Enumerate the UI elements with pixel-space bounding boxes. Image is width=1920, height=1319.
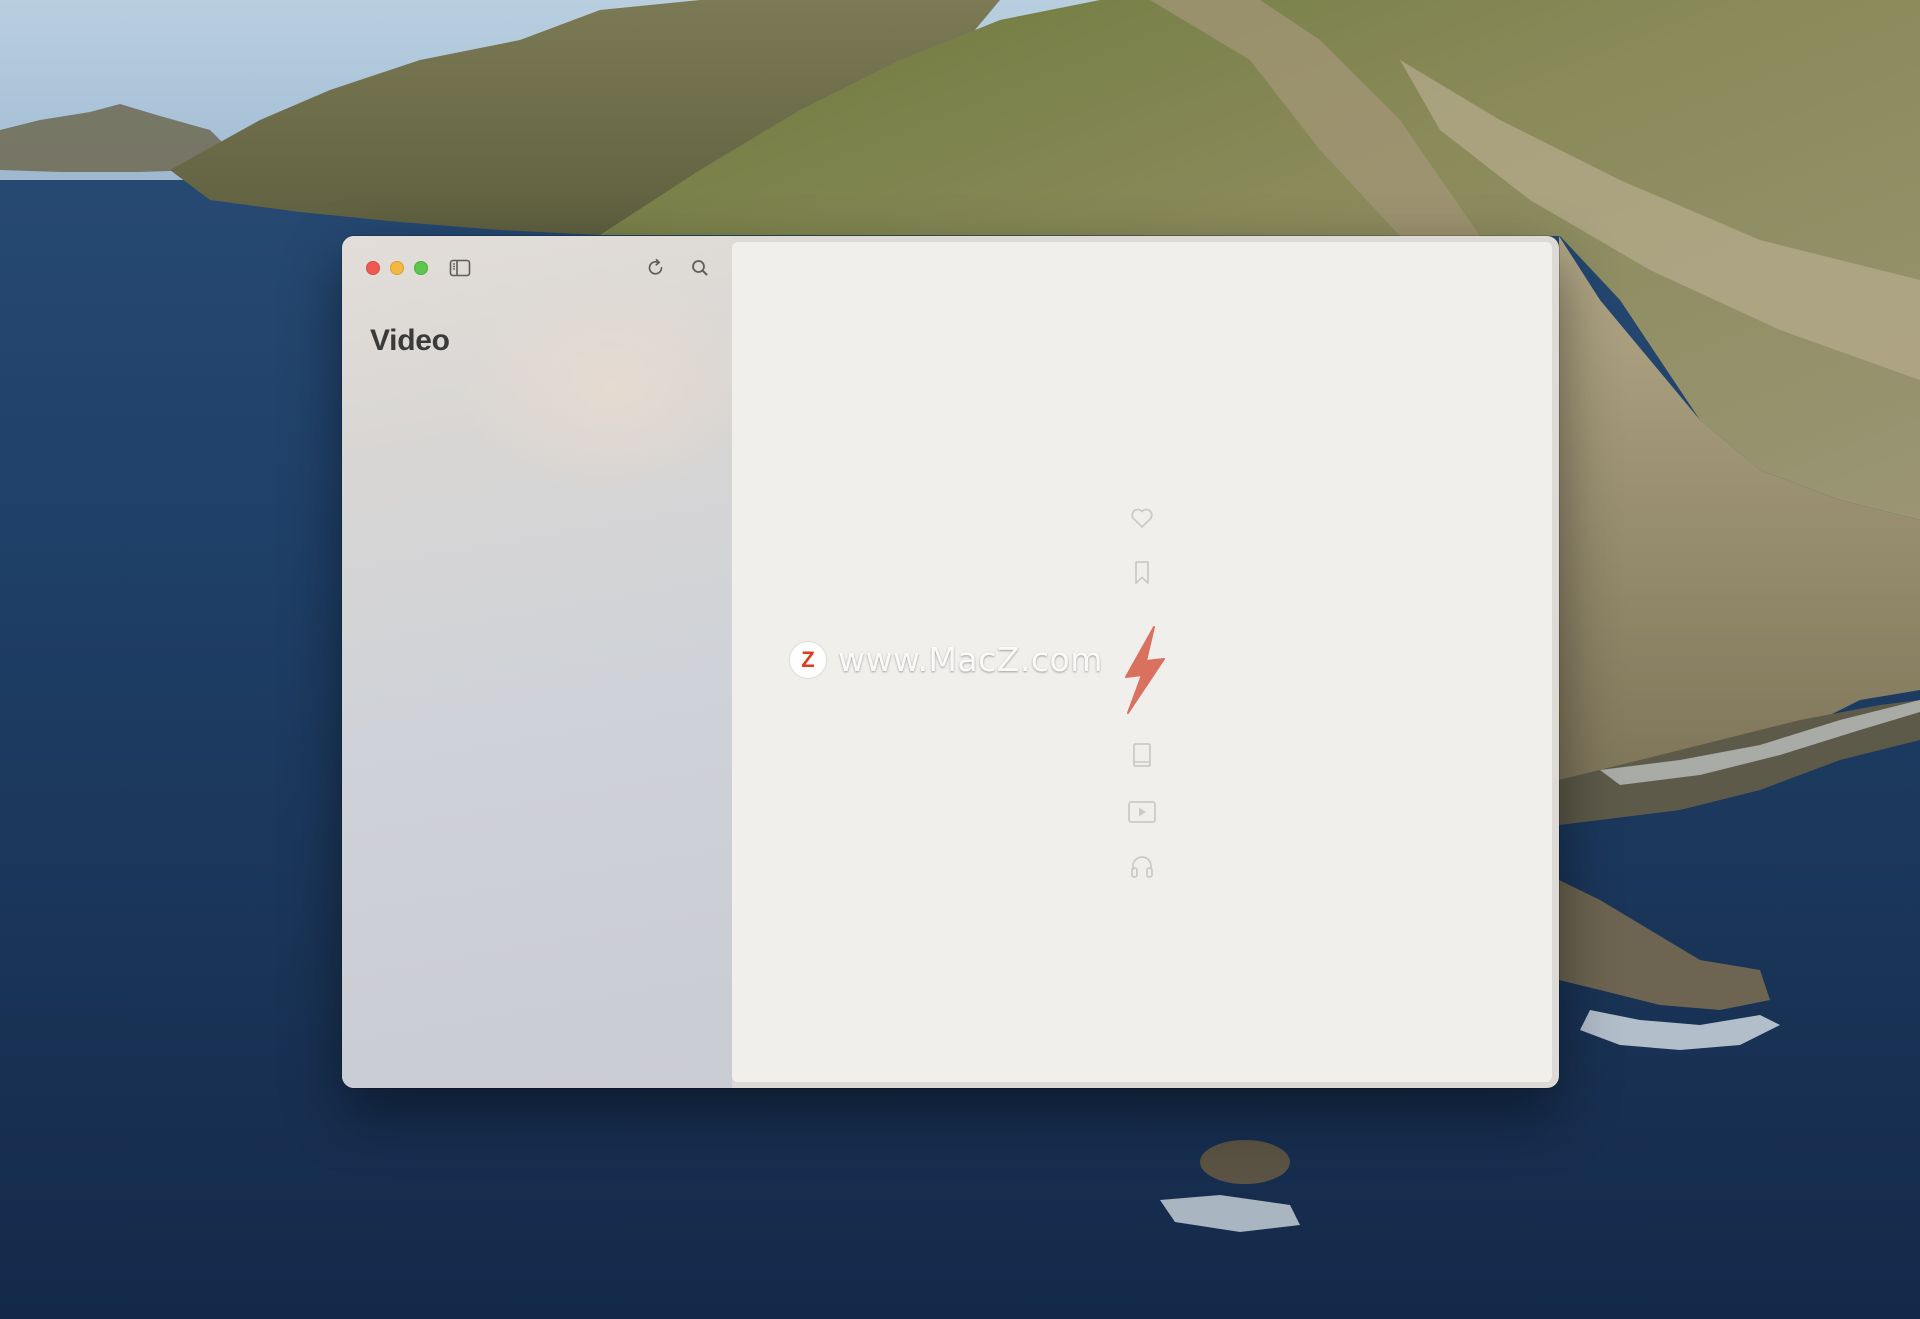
watermark: Z www.MacZ.com — [790, 640, 1103, 679]
heart-icon — [1128, 504, 1156, 532]
sidebar-title: Video — [370, 324, 450, 357]
play-icon — [1126, 798, 1158, 826]
window-close-button[interactable] — [366, 261, 380, 275]
desktop-wallpaper: Video Z www.MacZ.com — [0, 0, 1920, 1319]
window-zoom-button[interactable] — [414, 261, 428, 275]
book-icon — [1128, 740, 1156, 772]
search-icon[interactable] — [688, 256, 712, 280]
watermark-badge: Z — [790, 641, 826, 678]
watermark-text: www.MacZ.com — [838, 640, 1103, 679]
sidebar-toggle-icon[interactable] — [448, 256, 472, 280]
refresh-icon[interactable] — [644, 256, 668, 280]
headphones-icon — [1128, 852, 1156, 882]
window-minimize-button[interactable] — [390, 261, 404, 275]
sidebar: Video — [342, 236, 762, 1088]
bolt-icon — [1113, 624, 1171, 716]
bookmark-icon — [1128, 558, 1156, 588]
